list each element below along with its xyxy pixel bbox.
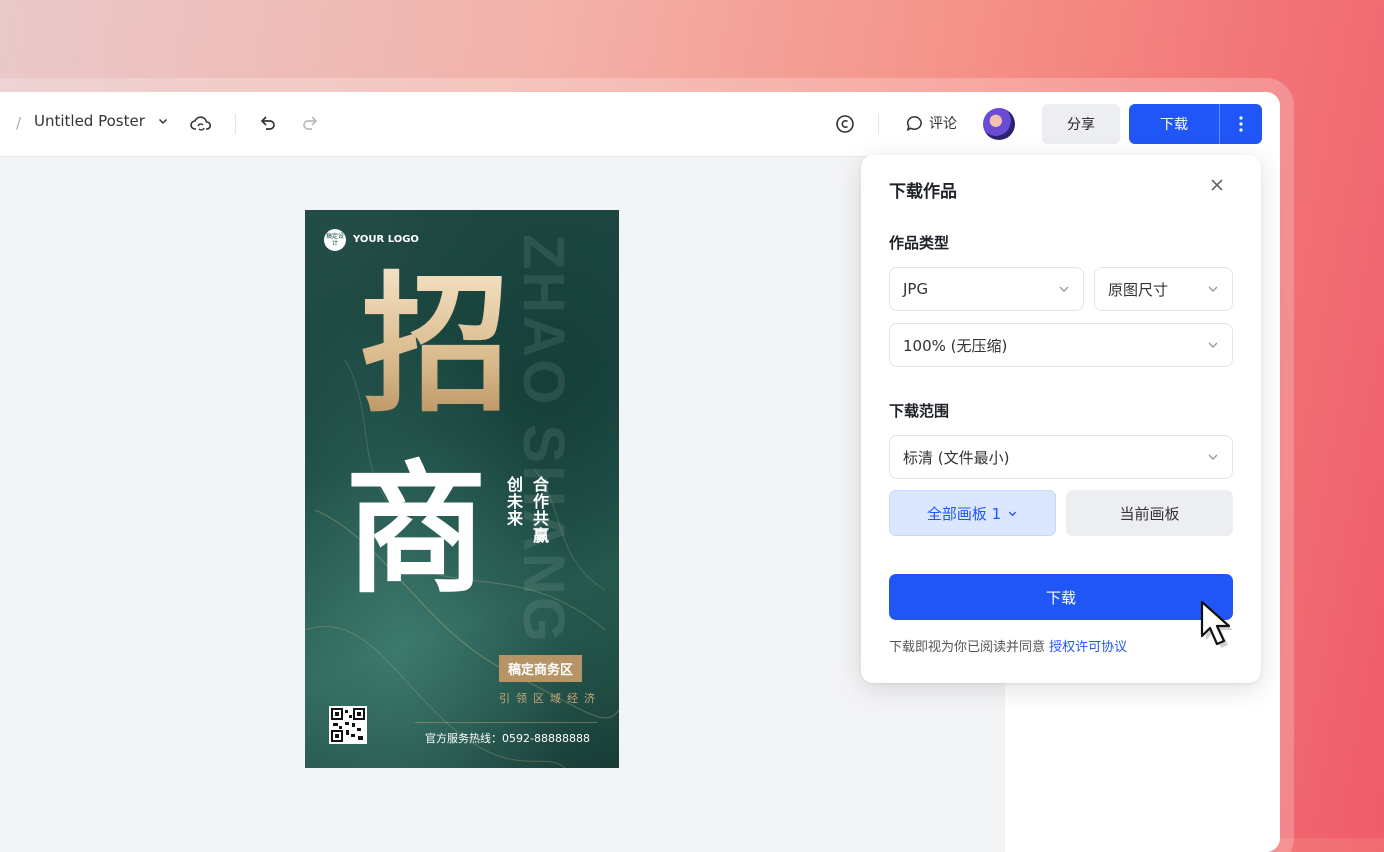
doc-title: Untitled Poster bbox=[34, 112, 145, 130]
poster-artboard[interactable]: 稿定设计 YOUR LOGO ZHAO SHANG 招 商 合作共赢 创未来 稿… bbox=[305, 210, 619, 768]
hotline-text: 官方服务热线：0592-88888888 bbox=[425, 732, 590, 745]
comment-label: 评论 bbox=[929, 116, 957, 132]
resolution-value: 标清 (文件最小) bbox=[903, 448, 1010, 467]
download-button[interactable]: 下载 bbox=[1129, 114, 1219, 134]
dialog-title: 下载作品 bbox=[889, 182, 957, 202]
chevron-down-icon bbox=[1007, 508, 1018, 519]
current-board-option[interactable]: 当前画板 bbox=[1066, 490, 1233, 536]
copyright-icon[interactable] bbox=[835, 114, 855, 134]
divider bbox=[415, 722, 597, 723]
format-value: JPG bbox=[903, 280, 929, 298]
quality-select[interactable]: 100% (无压缩) bbox=[889, 323, 1233, 367]
more-vertical-icon[interactable] bbox=[1220, 115, 1262, 133]
comment-button[interactable]: 评论 bbox=[905, 113, 957, 133]
chevron-down-icon bbox=[1206, 282, 1220, 296]
redo-icon[interactable] bbox=[300, 113, 320, 133]
confirm-download-button[interactable]: 下载 bbox=[889, 574, 1233, 620]
download-split-button: 下载 bbox=[1129, 104, 1262, 144]
chevron-down-icon bbox=[157, 115, 169, 127]
comment-icon bbox=[905, 114, 924, 133]
slogan-right: 合作共赢 bbox=[530, 476, 549, 544]
avatar[interactable] bbox=[983, 108, 1015, 140]
resolution-select[interactable]: 标清 (文件最小) bbox=[889, 435, 1233, 479]
close-icon[interactable] bbox=[1209, 177, 1225, 193]
logo-text: YOUR LOGO bbox=[353, 234, 419, 245]
license-link[interactable]: 授权许可协议 bbox=[1049, 640, 1127, 655]
format-select[interactable]: JPG bbox=[889, 267, 1084, 311]
logo-badge: 稿定设计 bbox=[324, 229, 346, 251]
type-label: 作品类型 bbox=[889, 234, 950, 252]
headline-char-1: 招 bbox=[361, 257, 512, 433]
chevron-down-icon bbox=[1206, 450, 1220, 464]
tag-label: 稿定商务区 bbox=[499, 655, 583, 682]
top-toolbar: . / Untitled Poster 评论 分享 bbox=[0, 92, 1280, 157]
watermark-text: ZHAO SHANG bbox=[511, 234, 576, 644]
mouse-pointer-icon bbox=[1196, 598, 1246, 654]
agreement-text: 下载即视为你已阅读并同意 授权许可协议 bbox=[889, 640, 1128, 655]
all-boards-label: 全部画板 1 bbox=[926, 504, 1002, 523]
quality-value: 100% (无压缩) bbox=[903, 336, 1008, 355]
undo-icon[interactable] bbox=[258, 113, 278, 133]
size-value: 原图尺寸 bbox=[1108, 280, 1169, 299]
headline-char-2: 商 bbox=[345, 447, 487, 613]
cloud-sync-icon[interactable] bbox=[190, 113, 212, 135]
all-boards-option[interactable]: 全部画板 1 bbox=[889, 490, 1056, 536]
size-select[interactable]: 原图尺寸 bbox=[1094, 267, 1233, 311]
slogan-left: 创未来 bbox=[504, 476, 523, 527]
qr-code-icon bbox=[329, 706, 367, 744]
range-label: 下载范围 bbox=[889, 402, 950, 420]
breadcrumb-separator: / bbox=[16, 114, 22, 132]
doc-title-dropdown[interactable]: Untitled Poster bbox=[34, 112, 169, 130]
chevron-down-icon bbox=[1057, 282, 1071, 296]
subtitle: 引领区域经济 bbox=[499, 692, 601, 705]
chevron-down-icon bbox=[1206, 338, 1220, 352]
share-button[interactable]: 分享 bbox=[1042, 104, 1120, 144]
